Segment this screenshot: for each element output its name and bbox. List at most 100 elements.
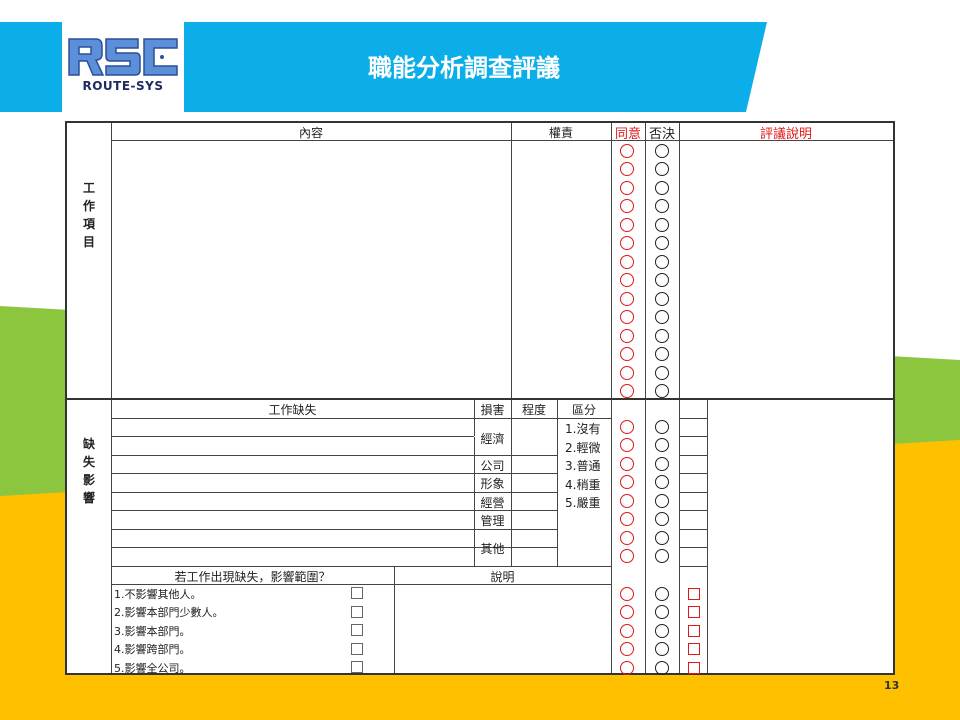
veto-radio[interactable] <box>655 587 669 601</box>
agree-radio[interactable] <box>620 366 634 380</box>
division-2: 2.輕微 <box>565 441 601 455</box>
header-agree: 同意 <box>614 127 641 142</box>
agree-radio[interactable] <box>620 273 634 287</box>
veto-radio[interactable] <box>655 162 669 176</box>
section-label-defect-impact: 缺失影響 <box>82 437 95 505</box>
divider <box>679 566 707 567</box>
divider <box>511 400 512 566</box>
veto-radio[interactable] <box>655 144 669 158</box>
veto-radio[interactable] <box>655 438 669 452</box>
divider <box>679 492 707 493</box>
header-comment: 評議說明 <box>759 127 812 142</box>
agree-radio[interactable] <box>620 255 634 269</box>
agree-radio[interactable] <box>620 438 634 452</box>
divider <box>707 400 708 673</box>
impact-question: 若工作出現缺失，影響範圍？ <box>174 570 331 584</box>
agree-radio[interactable] <box>620 292 634 306</box>
veto-radio[interactable] <box>655 366 669 380</box>
divider <box>679 510 707 511</box>
agree-radio[interactable] <box>620 384 634 398</box>
veto-radio[interactable] <box>655 236 669 250</box>
divider <box>67 398 893 400</box>
impact-option-5: 5.影響全公司。 <box>114 662 191 675</box>
veto-radio[interactable] <box>655 329 669 343</box>
comment-checkbox[interactable] <box>688 625 700 637</box>
agree-radio[interactable] <box>620 457 634 471</box>
impact-option-1: 1.不影響其他人。 <box>114 588 202 601</box>
comment-checkbox[interactable] <box>688 662 700 674</box>
impact-checkbox[interactable] <box>351 624 363 636</box>
comment-checkbox[interactable] <box>688 588 700 600</box>
divider <box>511 123 512 400</box>
agree-radio[interactable] <box>620 475 634 489</box>
agree-radio[interactable] <box>620 587 634 601</box>
veto-radio[interactable] <box>655 255 669 269</box>
logo-text: ROUTE-SYS <box>82 79 164 93</box>
veto-radio[interactable] <box>655 384 669 398</box>
impact-checkbox[interactable] <box>351 606 363 618</box>
agree-radio[interactable] <box>620 512 634 526</box>
veto-radio[interactable] <box>655 292 669 306</box>
veto-radio[interactable] <box>655 347 669 361</box>
page-number: 13 <box>884 679 900 692</box>
agree-radio[interactable] <box>620 218 634 232</box>
divider <box>679 436 707 437</box>
division-3: 3.普通 <box>565 459 601 473</box>
divider <box>111 566 611 567</box>
agree-radio[interactable] <box>620 661 634 675</box>
veto-radio[interactable] <box>655 512 669 526</box>
agree-radio[interactable] <box>620 310 634 324</box>
agree-radio[interactable] <box>620 329 634 343</box>
veto-radio[interactable] <box>655 605 669 619</box>
divider <box>111 436 474 437</box>
veto-radio[interactable] <box>655 531 669 545</box>
impact-checkbox[interactable] <box>351 661 363 673</box>
veto-radio[interactable] <box>655 494 669 508</box>
agree-radio[interactable] <box>620 347 634 361</box>
header-defect: 工作缺失 <box>268 403 317 417</box>
header-division: 區分 <box>571 403 596 417</box>
veto-radio[interactable] <box>655 457 669 471</box>
agree-radio[interactable] <box>620 605 634 619</box>
veto-radio[interactable] <box>655 273 669 287</box>
damage-image: 公司形象 <box>480 459 505 491</box>
agree-radio[interactable] <box>620 144 634 158</box>
logo-mark <box>66 36 180 78</box>
veto-radio[interactable] <box>655 661 669 675</box>
agree-radio[interactable] <box>620 642 634 656</box>
impact-checkbox[interactable] <box>351 587 363 599</box>
agree-radio[interactable] <box>620 236 634 250</box>
agree-radio[interactable] <box>620 531 634 545</box>
veto-radio[interactable] <box>655 218 669 232</box>
evaluation-form: 工作項目 缺失影響 內容 權責 同意 否決 評議說明 工作缺失 損害 程度 區分… <box>65 121 895 675</box>
veto-radio[interactable] <box>655 475 669 489</box>
comment-checkbox[interactable] <box>688 643 700 655</box>
impact-option-3: 3.影響本部門。 <box>114 625 191 638</box>
veto-radio[interactable] <box>655 642 669 656</box>
impact-checkbox[interactable] <box>351 643 363 655</box>
divider <box>679 418 707 419</box>
veto-radio[interactable] <box>655 549 669 563</box>
veto-radio[interactable] <box>655 181 669 195</box>
agree-radio[interactable] <box>620 181 634 195</box>
divider <box>679 473 707 474</box>
agree-radio[interactable] <box>620 199 634 213</box>
comment-checkbox[interactable] <box>688 606 700 618</box>
agree-radio[interactable] <box>620 624 634 638</box>
header-content: 內容 <box>298 126 323 140</box>
agree-radio[interactable] <box>620 420 634 434</box>
divider <box>111 418 611 419</box>
agree-radio[interactable] <box>620 162 634 176</box>
logo: ROUTE-SYS <box>62 22 184 112</box>
veto-radio[interactable] <box>655 310 669 324</box>
veto-radio[interactable] <box>655 624 669 638</box>
divider <box>474 455 511 456</box>
veto-radio[interactable] <box>655 199 669 213</box>
agree-radio[interactable] <box>620 549 634 563</box>
division-4: 4.稍重 <box>565 478 601 492</box>
header-authority: 權責 <box>548 126 573 140</box>
impact-option-4: 4.影響跨部門。 <box>114 643 191 656</box>
agree-radio[interactable] <box>620 494 634 508</box>
veto-radio[interactable] <box>655 420 669 434</box>
damage-management: 經營管理 <box>480 496 505 528</box>
